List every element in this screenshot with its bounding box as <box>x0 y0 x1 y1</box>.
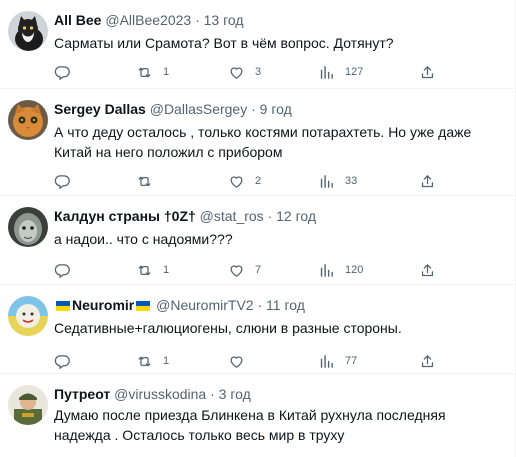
retweet-icon <box>136 262 153 279</box>
retweet-icon <box>136 64 153 81</box>
view-count: 33 <box>345 175 358 187</box>
user-handle[interactable]: @NeuromirTV2 <box>156 297 253 313</box>
display-name[interactable]: Neuromir <box>72 297 134 313</box>
tweet-text: а надои.. что с надоями??? <box>54 231 233 247</box>
timestamp[interactable]: 12 год <box>276 208 316 224</box>
action-bar: 1 7 120 <box>54 260 454 280</box>
action-bar: 2 33 <box>54 171 454 191</box>
timestamp[interactable]: 9 год <box>260 101 292 117</box>
tweet-header: Sergey Dallas @DallasSergey · 9 год <box>54 101 292 118</box>
tweet-header: Калдун страны †0Z† @stat_ros · 12 год <box>54 208 316 225</box>
tweet-header: Neuromir @NeuromirTV2 · 11 год <box>54 297 305 314</box>
tweet-header: All Bee @AllBee2023 · 13 год <box>54 12 244 29</box>
heart-icon <box>228 262 245 279</box>
views-icon <box>318 353 335 370</box>
action-bar: 1 77 <box>54 351 454 371</box>
action-bar: 1 3 127 <box>54 62 454 82</box>
user-handle[interactable]: @DallasSergey <box>150 101 247 117</box>
retweet-button[interactable]: 1 <box>136 62 169 82</box>
like-count: 3 <box>255 66 262 78</box>
reply-icon <box>54 64 71 81</box>
views-button[interactable]: 33 <box>318 171 357 191</box>
retweet-button[interactable]: 1 <box>136 351 169 371</box>
views-icon <box>318 173 335 190</box>
share-button[interactable] <box>419 171 436 191</box>
separator: · <box>210 386 215 402</box>
tweet-text: Седативные+галюциогены, слюни в разные с… <box>54 320 402 336</box>
views-button[interactable]: 120 <box>318 260 363 280</box>
heart-icon <box>228 173 245 190</box>
heart-icon <box>228 64 245 81</box>
view-count: 77 <box>345 355 358 367</box>
like-count: 2 <box>255 175 262 187</box>
retweet-count: 1 <box>163 264 170 276</box>
avatar[interactable] <box>8 100 48 140</box>
reply-icon <box>54 173 71 190</box>
retweet-count: 1 <box>163 66 170 78</box>
share-button[interactable] <box>419 62 436 82</box>
separator: · <box>251 101 256 117</box>
views-button[interactable]: 77 <box>318 351 357 371</box>
reply-icon <box>54 262 71 279</box>
timestamp[interactable]: 3 год <box>219 386 251 402</box>
reply-button[interactable] <box>54 62 81 82</box>
share-button[interactable] <box>419 260 436 280</box>
user-handle[interactable]: @virusskodina <box>114 386 206 402</box>
share-button[interactable] <box>419 351 436 371</box>
display-name[interactable]: Калдун страны †0Z† <box>54 208 196 224</box>
reply-button[interactable] <box>54 351 81 371</box>
display-name[interactable]: Путреот <box>54 386 110 402</box>
tweet-text: Думаю после приезда Блинкена в Китай рух… <box>54 407 446 443</box>
tweet[interactable]: All Bee @AllBee2023 · 13 год Сарматы или… <box>0 0 514 89</box>
avatar[interactable] <box>8 385 48 425</box>
reply-feed: All Bee @AllBee2023 · 13 год Сарматы или… <box>0 0 516 457</box>
tweet[interactable]: Neuromir @NeuromirTV2 · 11 год Седативны… <box>0 285 514 374</box>
views-icon <box>318 64 335 81</box>
tweet-text: А что деду осталось , только костями пот… <box>54 124 472 160</box>
views-icon <box>318 262 335 279</box>
avatar[interactable] <box>8 296 48 336</box>
tweet-header: Путреот @virusskodina · 3 год <box>54 386 251 403</box>
user-handle[interactable]: @stat_ros <box>200 208 264 224</box>
tweet[interactable]: Путреот @virusskodina · 3 год Думаю посл… <box>0 374 514 457</box>
like-button[interactable]: 7 <box>228 260 261 280</box>
separator: · <box>267 208 273 224</box>
like-button[interactable] <box>228 351 255 371</box>
like-count: 7 <box>255 264 262 276</box>
retweet-icon <box>136 173 153 190</box>
avatar[interactable] <box>8 11 48 51</box>
heart-icon <box>228 353 245 370</box>
view-count: 127 <box>345 66 364 78</box>
display-name[interactable]: All Bee <box>54 12 101 28</box>
ukraine-flag-icon <box>56 298 70 311</box>
separator: · <box>195 12 200 28</box>
retweet-count: 1 <box>163 355 170 367</box>
retweet-button[interactable] <box>136 171 163 191</box>
tweet[interactable]: Калдун страны †0Z† @stat_ros · 12 год а … <box>0 196 514 285</box>
share-icon <box>419 64 436 81</box>
share-icon <box>419 262 436 279</box>
views-button[interactable]: 127 <box>318 62 363 82</box>
reply-button[interactable] <box>54 260 81 280</box>
share-icon <box>419 173 436 190</box>
ukraine-flag-icon <box>136 298 151 311</box>
reply-button[interactable] <box>54 171 81 191</box>
timestamp[interactable]: 11 год <box>266 297 305 313</box>
view-count: 120 <box>345 264 364 276</box>
tweet[interactable]: Sergey Dallas @DallasSergey · 9 год А чт… <box>0 89 514 196</box>
display-name[interactable]: Sergey Dallas <box>54 101 146 117</box>
retweet-button[interactable]: 1 <box>136 260 169 280</box>
like-button[interactable]: 3 <box>228 62 261 82</box>
like-button[interactable]: 2 <box>228 171 261 191</box>
avatar[interactable] <box>8 207 48 247</box>
separator: · <box>257 297 263 313</box>
reply-icon <box>54 353 71 370</box>
timestamp[interactable]: 13 год <box>204 12 244 28</box>
user-handle[interactable]: @AllBee2023 <box>105 12 191 28</box>
share-icon <box>419 353 436 370</box>
retweet-icon <box>136 353 153 370</box>
tweet-text: Сарматы или Срамота? Вот в чём вопрос. Д… <box>54 35 394 51</box>
